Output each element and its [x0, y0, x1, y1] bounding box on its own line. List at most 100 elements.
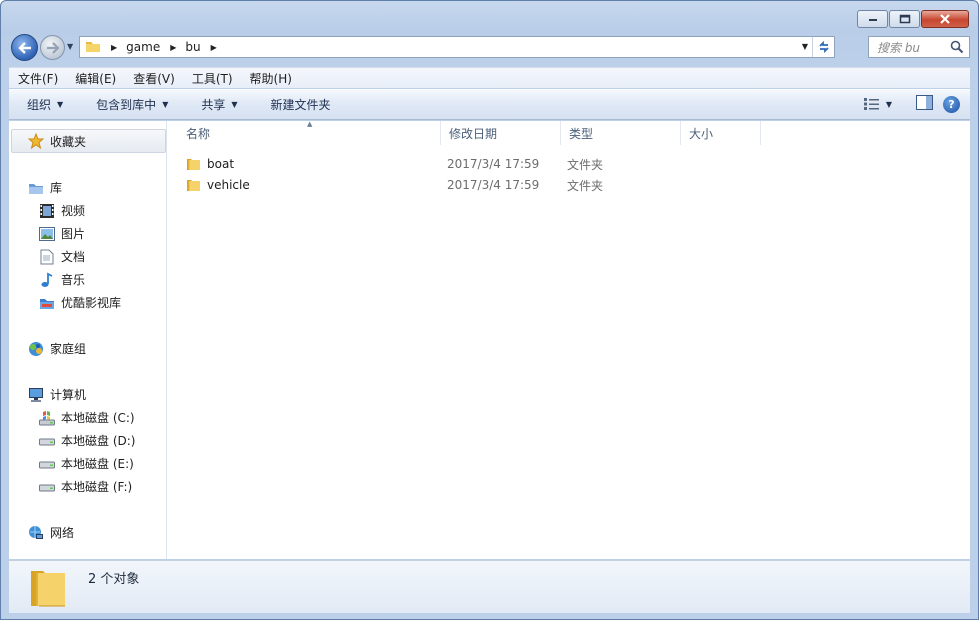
breadcrumb-item-game[interactable]: game [126, 40, 160, 54]
menu-bar: 文件(F) 编辑(E) 查看(V) 工具(T) 帮助(H) [9, 67, 970, 88]
nav-libraries-label: 库 [50, 181, 63, 195]
recent-pages-dropdown[interactable]: ▼ [67, 42, 73, 51]
search-input[interactable]: 搜索 bu [868, 36, 970, 58]
help-icon[interactable]: ? [943, 95, 960, 113]
command-bar: 组织 ▼ 包含到库中 ▼ 共享 ▼ 新建文件夹 ▼ ? [9, 89, 970, 120]
column-header-type[interactable]: 类型 [561, 121, 681, 145]
share-label: 共享 [201, 98, 226, 112]
nav-label: 音乐 [61, 273, 86, 287]
explorer-window: ▼ ▶ game ▶ bu ▶ ▼ 搜索 bu 文件(F) 编辑(E) 查看(V… [0, 0, 979, 620]
column-header-label: 大小 [689, 126, 714, 141]
navigation-bar: ▼ ▶ game ▶ bu ▶ ▼ 搜索 bu [9, 34, 970, 61]
folder-icon [186, 177, 202, 196]
file-name: boat [207, 157, 235, 171]
menu-help[interactable]: 帮助(H) [241, 70, 300, 87]
main-area: 收藏夹 库 视频 图片 文档 音乐 优酷影视库 家庭组 计算机 本地磁盘 (C:… [9, 120, 970, 559]
file-row[interactable]: vehicle 2017/3/4 17:59 文件夹 [178, 175, 878, 195]
breadcrumb-item-bu[interactable]: bu [185, 40, 200, 54]
nav-drive-f[interactable]: 本地磁盘 (F:) [39, 478, 132, 495]
change-view-button[interactable]: ▼ [863, 98, 892, 110]
menu-tools[interactable]: 工具(T) [183, 70, 241, 87]
chevron-right-icon[interactable]: ▶ [170, 43, 176, 52]
nav-libraries[interactable]: 库 [28, 179, 62, 196]
column-header-label: 修改日期 [449, 126, 498, 141]
nav-label: 本地磁盘 (D:) [61, 434, 136, 448]
address-bar[interactable]: ▶ game ▶ bu ▶ ▼ [79, 36, 835, 58]
nav-computer-label: 计算机 [50, 388, 87, 402]
forward-button[interactable] [40, 35, 65, 60]
nav-library-music[interactable]: 音乐 [39, 271, 85, 288]
menu-edit[interactable]: 编辑(E) [66, 70, 124, 87]
view-list-icon [863, 98, 879, 110]
maximize-icon [899, 14, 910, 24]
file-row[interactable]: boat 2017/3/4 17:59 文件夹 [178, 154, 878, 174]
file-type: 文件夹 [567, 178, 604, 193]
minimize-button[interactable] [857, 10, 888, 28]
chevron-right-icon[interactable]: ▶ [111, 43, 117, 52]
menu-view[interactable]: 查看(V) [124, 70, 183, 87]
chevron-down-icon: ▼ [162, 100, 169, 109]
nav-homegroup-label: 家庭组 [50, 342, 87, 356]
nav-homegroup[interactable]: 家庭组 [28, 340, 86, 357]
file-type: 文件夹 [567, 157, 604, 172]
breadcrumb: ▶ game ▶ bu ▶ [101, 40, 226, 54]
library-icon [28, 180, 44, 196]
column-header-modified[interactable]: 修改日期 [441, 121, 561, 145]
preview-pane-icon[interactable] [916, 95, 933, 113]
hard-drive-icon [39, 479, 55, 495]
star-icon [28, 133, 44, 149]
include-library-label: 包含到库中 [96, 98, 157, 112]
chevron-right-icon[interactable]: ▶ [211, 43, 217, 52]
forward-arrow-icon [46, 41, 60, 54]
nav-network[interactable]: 网络 [28, 524, 74, 541]
nav-library-youku[interactable]: 优酷影视库 [39, 294, 121, 311]
file-name: vehicle [207, 178, 250, 192]
share-button[interactable]: 共享 ▼ [183, 96, 252, 113]
chevron-down-icon: ▼ [885, 99, 892, 109]
details-pane: 2 个对象 [9, 560, 970, 613]
navigation-pane: 收藏夹 库 视频 图片 文档 音乐 优酷影视库 家庭组 计算机 本地磁盘 (C:… [9, 121, 167, 559]
computer-icon [28, 387, 44, 403]
hard-drive-icon [39, 433, 55, 449]
address-history-dropdown[interactable]: ▼ [802, 42, 808, 51]
nav-label: 本地磁盘 (C:) [61, 411, 135, 425]
homegroup-icon [28, 341, 44, 357]
column-header-size[interactable]: 大小 [681, 121, 761, 145]
new-folder-label: 新建文件夹 [270, 98, 331, 112]
close-button[interactable] [921, 10, 969, 28]
nav-network-label: 网络 [50, 526, 75, 540]
nav-label: 本地磁盘 (F:) [61, 480, 133, 494]
organize-button[interactable]: 组织 ▼ [9, 96, 78, 113]
column-header-label: 类型 [569, 126, 594, 141]
menu-file[interactable]: 文件(F) [9, 70, 66, 87]
nav-drive-c[interactable]: 本地磁盘 (C:) [39, 409, 135, 426]
include-in-library-button[interactable]: 包含到库中 ▼ [78, 96, 183, 113]
nav-drive-d[interactable]: 本地磁盘 (D:) [39, 432, 135, 449]
nav-library-videos[interactable]: 视频 [39, 202, 85, 219]
nav-label: 图片 [61, 227, 86, 241]
youku-library-icon [39, 295, 55, 311]
refresh-button[interactable] [812, 37, 834, 57]
search-icon[interactable] [950, 40, 964, 57]
nav-library-pictures[interactable]: 图片 [39, 225, 85, 242]
maximize-button[interactable] [889, 10, 920, 28]
new-folder-button[interactable]: 新建文件夹 [253, 96, 346, 113]
nav-label: 文档 [61, 250, 86, 264]
folder-icon [85, 38, 101, 57]
minimize-icon [868, 19, 877, 21]
column-header-name[interactable]: 名称 [178, 121, 441, 145]
nav-computer[interactable]: 计算机 [28, 386, 86, 403]
nav-favorites[interactable]: 收藏夹 [11, 129, 166, 153]
refresh-icon [818, 40, 829, 54]
network-icon [28, 525, 44, 541]
nav-label: 本地磁盘 (E:) [61, 457, 134, 471]
file-list: ▲ 名称 修改日期 类型 大小 boat 2017/3/4 17:59 文件夹 [168, 120, 970, 559]
nav-library-documents[interactable]: 文档 [39, 248, 85, 265]
organize-label: 组织 [27, 98, 52, 112]
video-icon [39, 203, 55, 219]
chevron-down-icon: ▼ [231, 100, 238, 109]
nav-drive-e[interactable]: 本地磁盘 (E:) [39, 455, 134, 472]
music-note-icon [39, 272, 55, 288]
chevron-down-icon: ▼ [57, 100, 64, 109]
back-button[interactable] [11, 34, 38, 61]
